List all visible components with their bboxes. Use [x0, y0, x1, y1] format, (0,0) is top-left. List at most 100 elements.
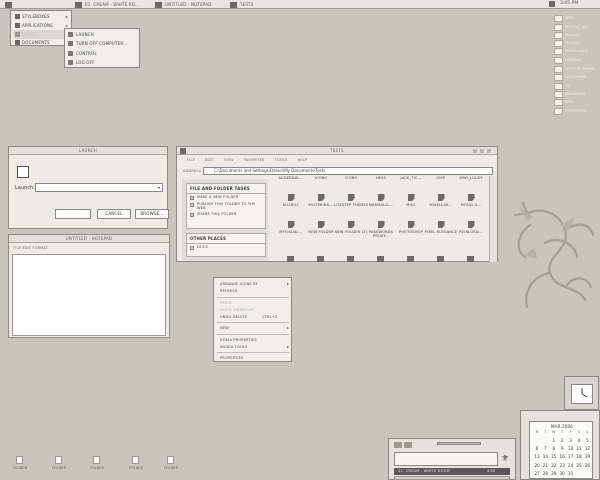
taskbar-task-player[interactable]: 01. Cream - White Ro...	[75, 1, 139, 8]
desktop-file-icon[interactable]	[55, 456, 62, 464]
calendar-day[interactable]: 12	[583, 446, 591, 451]
submenu-item-control[interactable]: Control	[68, 49, 97, 57]
calendar-day[interactable]: 23	[558, 463, 566, 468]
desktop-folder-icon[interactable]	[554, 48, 563, 55]
menu-view[interactable]: View	[224, 158, 234, 162]
taskbar-task-tests[interactable]: Tests	[230, 1, 254, 8]
file-item[interactable]: Kiwi_Lousy	[453, 176, 487, 180]
task-share-folder[interactable]: Share this folder	[187, 211, 265, 218]
chevron-down-icon[interactable]: ▾	[158, 185, 160, 190]
scrollbar[interactable]	[489, 176, 497, 262]
calendar-day[interactable]: 22	[550, 463, 558, 468]
calendar-day[interactable]: 11	[575, 446, 583, 451]
calendar-day[interactable]: 10	[567, 446, 575, 451]
cancel-button[interactable]: Cancel	[97, 209, 131, 219]
tray-icon[interactable]	[549, 1, 555, 7]
maximize-button[interactable]	[480, 149, 484, 153]
file-icon[interactable]	[407, 256, 414, 262]
calendar-day[interactable]: 8	[550, 446, 558, 451]
calendar-day[interactable]: 20	[533, 463, 541, 468]
desktop-folder-icon[interactable]	[554, 15, 563, 22]
menu-favorites[interactable]: Favorites	[244, 158, 265, 162]
calendar-day[interactable]: 2	[558, 438, 566, 443]
calendar-day[interactable]: 1	[550, 438, 558, 443]
close-button[interactable]	[487, 149, 491, 153]
calendar-day[interactable]: 19	[583, 454, 591, 459]
calendar-day[interactable]: 29	[550, 471, 558, 476]
file-icon[interactable]	[287, 256, 294, 262]
desktop-folder-icon[interactable]	[554, 99, 563, 106]
desktop-folder-icon[interactable]	[554, 74, 563, 81]
calendar-day[interactable]: 24	[567, 463, 575, 468]
browse-button[interactable]: Browse...	[135, 209, 169, 219]
file-icon[interactable]	[317, 256, 324, 262]
calendar-day[interactable]: 31	[567, 471, 575, 476]
calendar-day[interactable]: 9	[558, 446, 566, 451]
calendar-day[interactable]: 30	[558, 471, 566, 476]
panel-header[interactable]: File and Folder Tasks	[187, 184, 265, 194]
calendar-day[interactable]: 15	[550, 454, 558, 459]
context-menu-item[interactable]: Undo Delete	[220, 315, 247, 319]
menu-file[interactable]: File	[187, 158, 195, 162]
file-item[interactable]: Mysql-4...	[453, 194, 487, 207]
desktop-folder-icon[interactable]	[554, 24, 563, 31]
desktop-file-icon[interactable]	[167, 456, 174, 464]
task-publish-web[interactable]: Publish this folder to the Web	[187, 201, 265, 211]
calendar-day[interactable]: 7	[541, 446, 549, 451]
file-icon[interactable]	[467, 256, 474, 262]
notepad-textarea[interactable]	[12, 254, 166, 336]
notepad-menu[interactable]: File Edit Format	[13, 246, 48, 250]
submenu-item-launch[interactable]: Launch	[68, 30, 94, 38]
calendar-day[interactable]: 4	[575, 438, 583, 443]
calendar-day[interactable]: 17	[567, 454, 575, 459]
address-bar[interactable]: C:\Documents and Settings\Daniel\My Docu…	[203, 167, 493, 175]
desktop-folder-icon[interactable]	[554, 40, 563, 47]
file-icon[interactable]	[347, 256, 354, 262]
file-item[interactable]: Reinlord...	[453, 221, 487, 234]
context-menu-item[interactable]: Nvidia Tools	[220, 345, 248, 349]
calendar-day[interactable]: 13	[533, 454, 541, 459]
desktop-folder-icon[interactable]	[554, 57, 563, 64]
calendar-day[interactable]: 27	[533, 471, 541, 476]
context-menu-item[interactable]: Refresh	[220, 289, 238, 293]
player-button[interactable]	[394, 442, 402, 448]
start-menu-item[interactable]: Applications ▸	[13, 21, 70, 30]
desktop-file-icon[interactable]	[93, 456, 100, 464]
ok-button[interactable]	[55, 209, 91, 219]
desktop-file-icon[interactable]	[16, 456, 23, 464]
player-button[interactable]	[404, 442, 412, 448]
calendar-day[interactable]: 16	[558, 454, 566, 459]
calendar-day[interactable]: 14	[541, 454, 549, 459]
desktop-folder-icon[interactable]	[554, 32, 563, 39]
launch-input[interactable]: ▾	[35, 183, 163, 192]
start-button[interactable]	[5, 1, 12, 8]
calendar-day[interactable]: 25	[575, 463, 583, 468]
calendar-day[interactable]: 18	[575, 454, 583, 459]
desktop-folder-icon[interactable]	[554, 91, 563, 98]
panel-header[interactable]: Other Places	[187, 234, 265, 244]
calendar-day[interactable]: 26	[583, 463, 591, 468]
file-icon[interactable]	[437, 256, 444, 262]
calendar-day[interactable]: 28	[541, 471, 549, 476]
task-new-folder[interactable]: Make a new folder	[187, 194, 265, 201]
desktop-folder-icon[interactable]	[554, 108, 563, 115]
calendar-day[interactable]: 3	[567, 438, 575, 443]
place-docs[interactable]: Docs	[187, 244, 265, 251]
submenu-item-log-off[interactable]: Log off	[68, 58, 95, 66]
desktop-folder-icon[interactable]	[554, 83, 563, 90]
calendar-day[interactable]: 21	[541, 463, 549, 468]
calendar-day[interactable]: 6	[533, 446, 541, 451]
menu-tools[interactable]: Tools	[275, 158, 288, 162]
desktop-folder-icon[interactable]	[554, 66, 563, 73]
context-menu-item[interactable]: Arrange Icons By	[220, 282, 258, 286]
minimize-button[interactable]	[473, 149, 477, 153]
context-menu-item[interactable]: Properties	[220, 356, 243, 360]
start-menu-item[interactable]: Styleboxes ▸	[13, 12, 70, 21]
menu-help[interactable]: Help	[297, 158, 307, 162]
context-menu-item[interactable]: New	[220, 326, 229, 330]
start-menu-item[interactable]: Documents▸	[13, 38, 70, 47]
context-menu-item[interactable]: Nokia Properties	[220, 338, 257, 342]
submenu-item-turn-off[interactable]: Turn off computer...	[68, 39, 128, 47]
taskbar-task-notepad[interactable]: Untitled - Notepad	[155, 1, 212, 8]
volume-slider[interactable]	[437, 442, 481, 445]
